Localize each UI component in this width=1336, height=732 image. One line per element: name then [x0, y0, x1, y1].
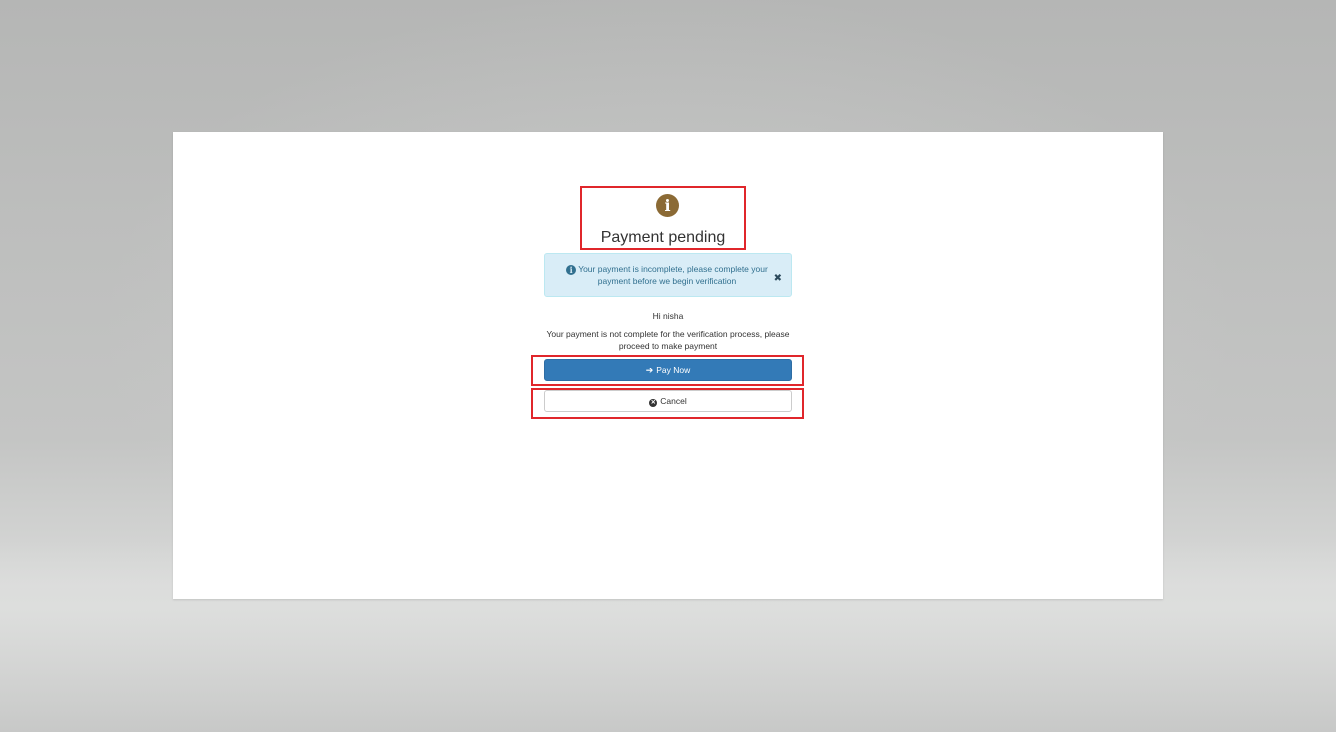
annotation-outline-cancel — [531, 388, 804, 419]
payment-message: Your payment is not complete for the ver… — [546, 329, 790, 351]
annotation-outline-pay-now — [531, 355, 804, 386]
close-icon[interactable]: ✖ — [774, 274, 782, 284]
greeting-text: Hi nisha — [652, 311, 684, 321]
info-circle-icon: i — [566, 265, 577, 275]
payment-pending-panel: i Payment pending i Your payment is incom… — [173, 132, 1163, 599]
alert-message: Your payment is incomplete, please compl… — [578, 264, 768, 286]
annotation-outline-header — [580, 186, 746, 250]
payment-incomplete-alert: i Your payment is incomplete, please comp… — [544, 253, 792, 297]
